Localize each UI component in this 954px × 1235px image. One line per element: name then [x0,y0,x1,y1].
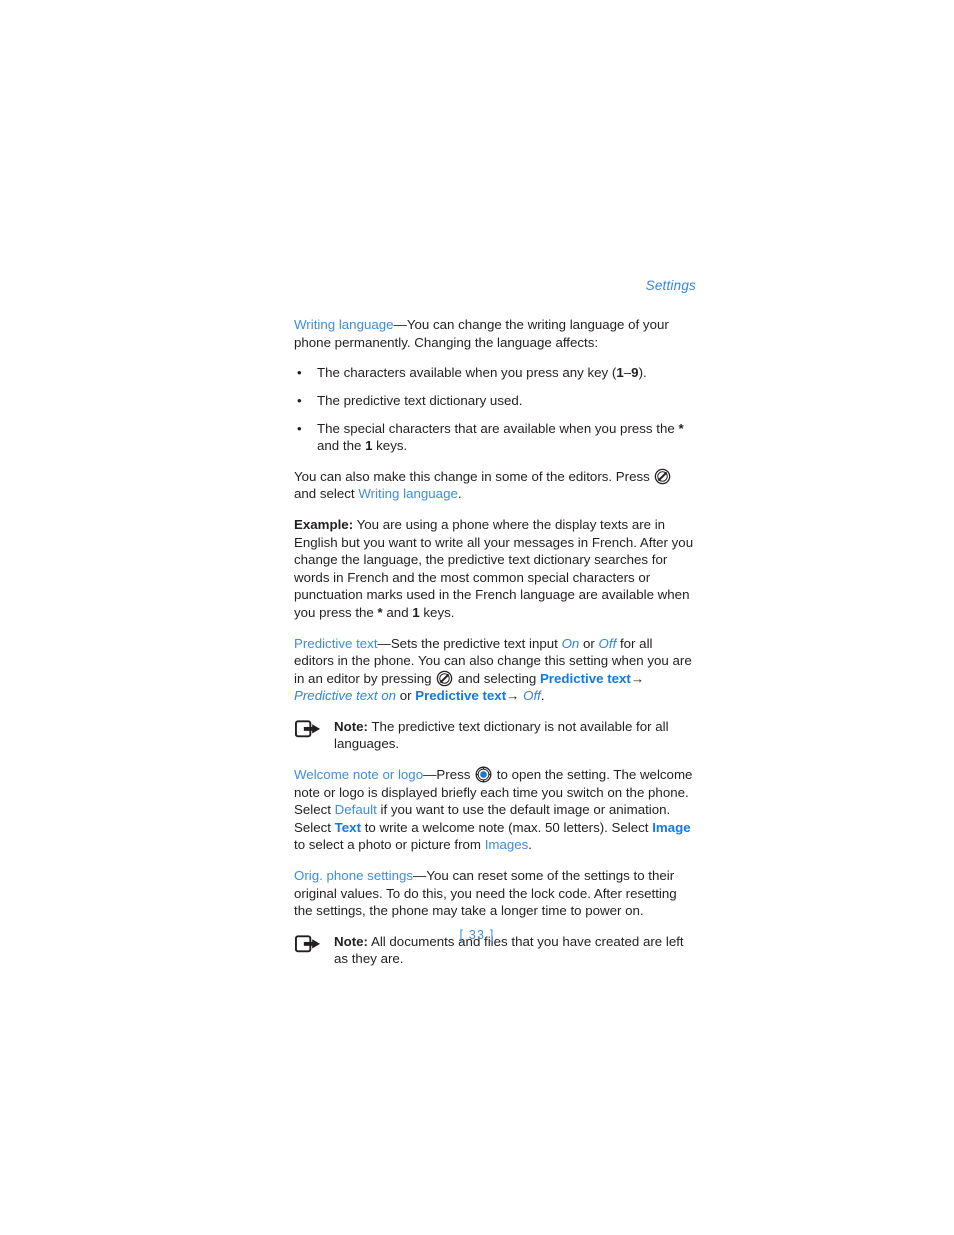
list-item: • The predictive text dictionary used. [294,392,696,410]
example-body-mid: and [382,604,413,620]
paragraph-example: Example: You are using a phone where the… [294,516,696,622]
dash-1: — [393,317,407,333]
paragraph-predictive-text: Predictive text—Sets the predictive text… [294,635,696,705]
note-body: The predictive text dictionary is not av… [334,718,669,752]
key-label: 1 [412,604,420,620]
menu-item-predictive-text-2: Predictive text [415,688,507,704]
option-text: Text [334,819,362,835]
bullet-pre: The characters available when you press … [317,365,617,381]
key-label: 9 [631,365,639,381]
paragraph-welcome-note: Welcome note or logo—Press to open the s… [294,766,696,854]
running-head: Settings [645,278,696,293]
options-key-icon [654,468,671,485]
paragraph-orig-phone-settings: Orig. phone settings—You can reset some … [294,867,696,920]
bullet-dot-icon: • [297,420,302,436]
bullet-pre: The special characters that are availabl… [317,420,679,436]
option-default: Default [334,802,377,818]
link-images: Images [484,837,529,853]
menu-value-predictive-text-on: Predictive text on [294,688,396,704]
value-on: On [561,635,580,651]
pt-part6: . [540,688,545,704]
example-body-post: keys. [419,604,455,620]
key-label: * [678,420,684,436]
dash-4: — [413,868,427,884]
paragraph-writing-language: Writing language—You can change the writ… [294,316,696,351]
arrow-icon: → [630,670,645,686]
example-body-pre: You are using a phone where the display … [294,516,694,620]
note-arrow-icon [294,720,321,738]
option-image: Image [652,819,691,835]
editors-mid: and select [294,486,359,502]
bullet-dot-icon: • [297,392,302,408]
dash-3: — [423,767,437,783]
bullet-post: keys. [372,438,408,454]
example-label: Example: [294,516,354,532]
term-welcome-note-or-logo: Welcome note or logo [294,767,424,783]
list-item: • The special characters that are availab… [294,420,696,455]
editors-post: . [457,486,462,502]
bullet-post: ). [638,365,647,381]
bullet-dot-icon: • [297,365,302,381]
note-label: Note: [334,718,368,734]
term-predictive-text: Predictive text [294,635,378,651]
bullet-mid: and the [317,438,366,454]
menu-item-predictive-text: Predictive text [539,670,631,686]
page-number: [ 33 ] [459,928,495,942]
editors-pre: You can also make this change in some of… [294,468,654,484]
value-off: Off [598,635,617,651]
wn-part5: to select a photo or picture from [294,837,485,853]
pt-part4: and selecting [454,670,540,686]
bullet-text: The predictive text dictionary used. [317,392,523,408]
menu-value-off: Off [523,688,541,704]
note-block: Note: The predictive text dictionary is … [294,718,696,753]
navi-key-icon [475,766,492,783]
pt-part5: or [396,688,416,704]
term-writing-language: Writing language [294,317,394,333]
dash-2: — [377,635,391,651]
options-key-icon [436,670,453,687]
wn-part6: . [528,837,532,853]
list-item: • The characters available when you press… [294,364,696,382]
paragraph-editors: You can also make this change in some of… [294,468,696,503]
term-orig-phone-settings: Orig. phone settings [294,868,414,884]
note-content: Note: The predictive text dictionary is … [334,718,696,753]
link-writing-language: Writing language [358,486,458,502]
manual-page: Settings Writing language—You can change… [0,0,954,1235]
wn-part1: Press [436,767,475,783]
wn-part4: to write a welcome note (max. 50 letters… [361,819,653,835]
writing-language-bullet-list: • The characters available when you press… [294,364,696,454]
pt-part2: or [579,635,599,651]
key-label: 1 [616,365,624,381]
arrow-icon: → [506,688,520,704]
page-content: Settings Writing language—You can change… [294,278,696,981]
pt-part1: Sets the predictive text input [390,635,562,651]
